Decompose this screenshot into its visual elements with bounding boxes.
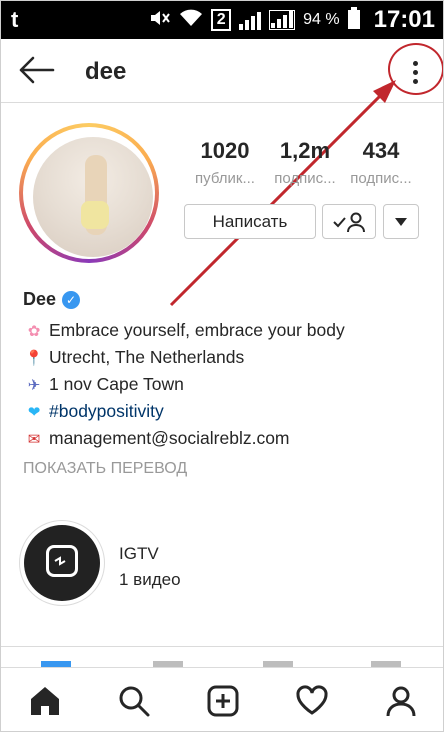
- wifi-icon: [179, 8, 203, 33]
- igtv-highlight[interactable]: [19, 520, 105, 606]
- verified-badge-icon: ✓: [62, 290, 81, 309]
- signal-icon-2: [269, 10, 296, 30]
- bio-line: ✈ 1 nov Cape Town: [23, 374, 184, 395]
- bio-line: ❤ #bodypositivity: [23, 401, 164, 422]
- section-divider: [1, 646, 443, 647]
- app-notification-icon: t: [11, 7, 19, 32]
- mute-icon: [149, 8, 171, 33]
- bio-line: ✿ Embrace yourself, embrace your body: [23, 320, 345, 341]
- igtv-title: IGTV: [119, 544, 159, 563]
- clock: 17:01: [373, 6, 435, 33]
- following-check-person-icon: [333, 212, 365, 232]
- flower-icon: ✿: [27, 323, 41, 340]
- profile-icon[interactable]: [379, 679, 423, 723]
- profile-username-title: dee: [85, 58, 127, 85]
- profile-name-row: Dee ✓: [23, 289, 81, 310]
- heart-icon: ❤: [27, 404, 41, 421]
- stat-following[interactable]: 434 подпис...: [341, 138, 421, 187]
- back-arrow-icon[interactable]: [17, 53, 57, 87]
- signal-icon: [239, 10, 262, 30]
- stat-following-value: 434: [362, 138, 400, 163]
- annotation-circle: [388, 43, 443, 95]
- profile-name: Dee: [23, 289, 57, 309]
- bottom-navigation: [1, 667, 443, 731]
- profile-header: dee: [1, 39, 443, 103]
- avatar-story-ring[interactable]: [19, 123, 159, 263]
- activity-heart-icon[interactable]: [290, 679, 334, 723]
- hashtag-link[interactable]: #bodypositivity: [49, 401, 164, 421]
- home-icon[interactable]: [23, 679, 67, 723]
- screen: t 2 94 % 17:01 dee 1020 публик... 1,2m п…: [0, 0, 444, 732]
- stat-posts-value: 1020: [200, 138, 250, 163]
- stat-followers-label: подпис...: [274, 170, 336, 187]
- battery-level: 94 %: [303, 11, 340, 28]
- igtv-subtitle: 1 видео: [119, 570, 181, 589]
- igtv-thumbnail: [24, 525, 100, 601]
- status-bar: t 2 94 % 17:01: [1, 1, 443, 39]
- avatar: [33, 137, 153, 257]
- pin-icon: 📍: [24, 350, 44, 367]
- stat-followers[interactable]: 1,2m подпис...: [267, 138, 343, 187]
- show-translation-link[interactable]: ПОКАЗАТЬ ПЕРЕВОД: [23, 460, 187, 478]
- plane-icon: ✈: [27, 377, 41, 394]
- stat-posts-label: публик...: [195, 170, 255, 187]
- battery-icon: [347, 6, 360, 34]
- bio-line: 📍 Utrecht, The Netherlands: [24, 347, 245, 367]
- stat-posts[interactable]: 1020 публик...: [185, 138, 265, 187]
- chevron-down-icon: [395, 217, 407, 226]
- new-post-icon[interactable]: [201, 679, 245, 723]
- sim-badge: 2: [211, 9, 232, 31]
- following-button[interactable]: [322, 204, 376, 239]
- stat-followers-value: 1,2m: [279, 138, 331, 163]
- igtv-icon: [46, 545, 78, 577]
- message-button[interactable]: Написать: [184, 204, 316, 239]
- stat-following-label: подпис...: [350, 170, 412, 187]
- email-text: management@socialreblz.com: [49, 428, 290, 448]
- search-icon[interactable]: [112, 679, 156, 723]
- mailbox-icon: ✉: [27, 431, 41, 448]
- suggestions-dropdown-button[interactable]: [383, 204, 419, 239]
- bio-line: ✉ management@socialreblz.com: [23, 428, 290, 449]
